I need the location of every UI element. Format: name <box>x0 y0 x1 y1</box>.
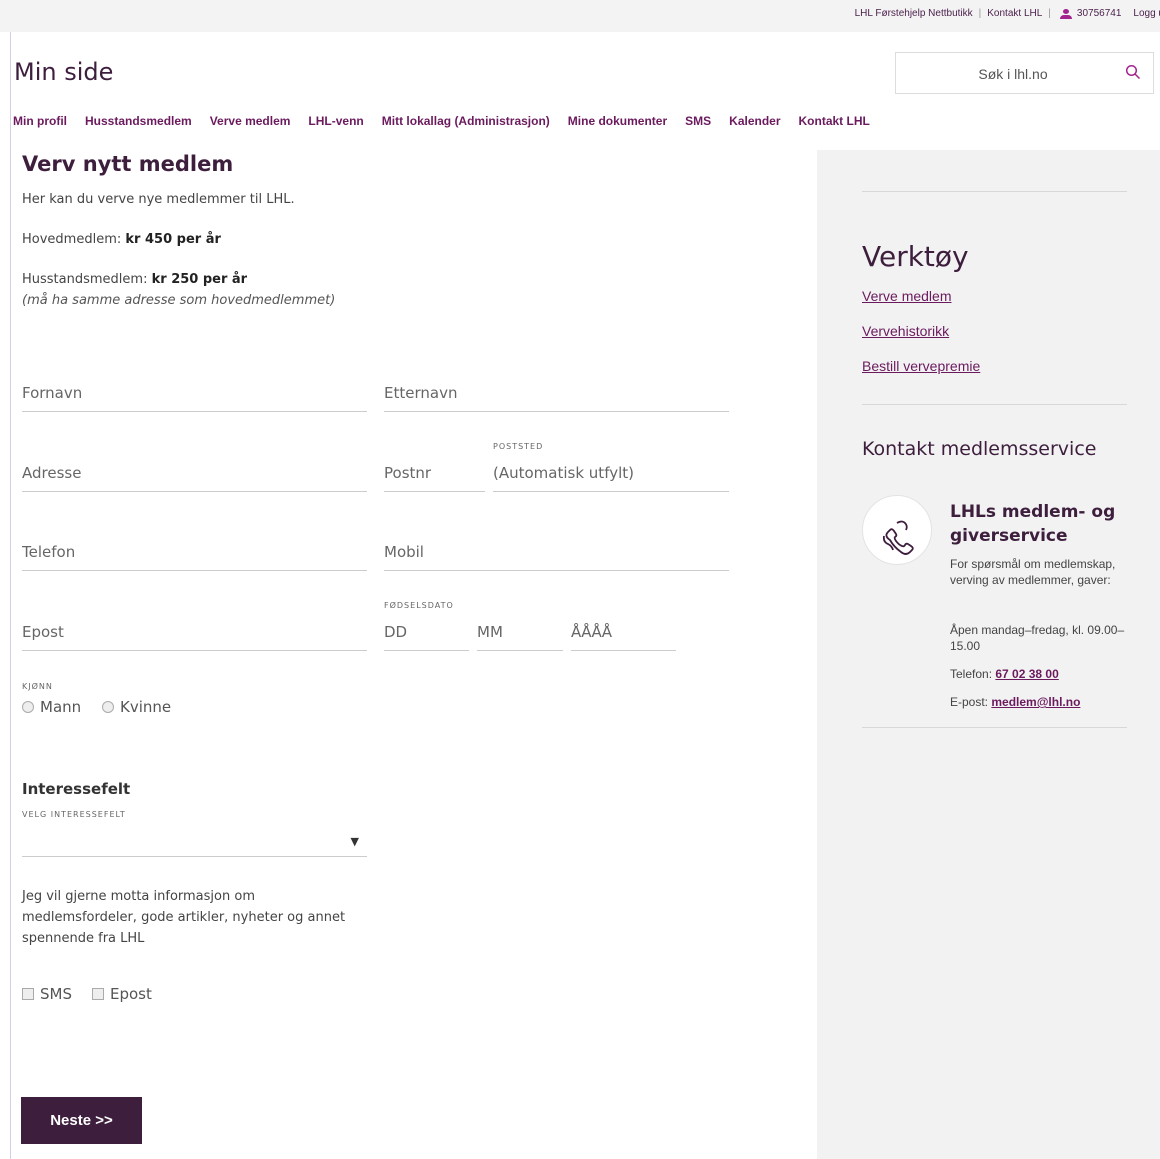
nav-mine-dokumenter[interactable]: Mine dokumenter <box>568 114 667 128</box>
nav-kontakt-lhl[interactable]: Kontakt LHL <box>799 114 870 128</box>
sidebar-link-verve-medlem[interactable]: Verve medlem <box>862 288 951 304</box>
sms-checkbox-label: SMS <box>40 985 72 1003</box>
phone-link[interactable]: 67 02 38 00 <box>995 667 1058 681</box>
separator: | <box>978 8 982 19</box>
logout-link[interactable]: Logg u <box>1133 8 1160 19</box>
gender-male-radio[interactable]: Mann <box>22 698 81 716</box>
phone-icon <box>882 520 914 555</box>
divider <box>862 404 1127 405</box>
checkbox-box[interactable] <box>92 988 104 1000</box>
user-number[interactable]: 30756741 <box>1077 8 1122 19</box>
gender-female-radio[interactable]: Kvinne <box>102 698 171 716</box>
nav-mitt-lokallag[interactable]: Mitt lokallag (Administrasjon) <box>382 114 550 128</box>
interest-select[interactable]: ▼ <box>22 826 367 857</box>
household-amount: kr 250 per år <box>151 272 248 287</box>
household-note-text: (må ha samme adresse som hovedmedlemmet) <box>22 293 336 308</box>
sidebar-link-bestill-vervepremie[interactable]: Bestill vervepremie <box>862 358 980 374</box>
postal-place-field <box>493 450 729 492</box>
postal-code-input[interactable] <box>384 464 485 482</box>
user-icon <box>1059 8 1073 19</box>
search-input[interactable] <box>908 63 1118 85</box>
utility-links: LHL Førstehjelp Nettbutikk | Kontakt LHL | 3… <box>855 8 1160 19</box>
service-description: For spørsmål om medlemskap, verving av m… <box>950 557 1116 587</box>
birth-month-input[interactable] <box>477 623 563 641</box>
postal-code-field <box>384 450 485 492</box>
contact-title: Kontakt medlemsservice <box>862 438 1097 460</box>
radio-circle[interactable] <box>102 701 114 713</box>
email-field <box>22 609 367 651</box>
main-member-amount: kr 450 per år <box>125 232 221 247</box>
page-heading: Verv nytt medlem <box>22 152 234 176</box>
sidebar-link-vervehistorikk[interactable]: Vervehistorikk <box>862 323 949 339</box>
nav-husstandsmedlem[interactable]: Husstandsmedlem <box>85 114 192 128</box>
phone-label: Telefon: <box>950 667 993 681</box>
intro-text: Her kan du verve nye medlemmer til LHL. <box>22 192 295 207</box>
household-price: Husstandsmedlem: kr 250 per år <box>22 272 247 287</box>
sms-checkbox[interactable]: SMS <box>22 985 72 1003</box>
gender-male-label: Mann <box>40 698 82 716</box>
last-name-input[interactable] <box>384 384 729 402</box>
household-note: (må ha samme adresse som hovedmedlemmet) <box>22 293 335 308</box>
last-name-field <box>384 370 729 412</box>
interest-select-label: VELG INTERESSEFELT <box>22 810 126 819</box>
birth-day-input[interactable] <box>384 623 469 641</box>
service-email: E-post: medlem@lhl.no <box>950 694 1130 710</box>
gender-label: KJØNN <box>22 682 53 691</box>
interest-title: Interessefelt <box>22 780 131 798</box>
search-icon[interactable] <box>1125 64 1141 80</box>
contact-link[interactable]: Kontakt LHL <box>987 8 1042 19</box>
radio-circle[interactable] <box>22 701 34 713</box>
main-member-label: Hovedmedlem: <box>22 232 122 247</box>
frame-border <box>10 0 11 1159</box>
consent-text: Jeg vil gjerne motta informasjon om medl… <box>22 889 346 946</box>
phone-input[interactable] <box>22 543 367 561</box>
caret-down-icon[interactable]: ▼ <box>351 835 359 848</box>
nav-min-profil[interactable]: Min profil <box>13 114 67 128</box>
sidebar: Verktøy Verve medlem Vervehistorikk Best… <box>817 150 1160 1159</box>
shop-link[interactable]: LHL Førstehjelp Nettbutikk <box>855 8 973 19</box>
birth-day-field <box>384 609 469 651</box>
phone-field <box>22 529 367 571</box>
divider <box>862 191 1127 192</box>
top-utility-bar: LHL Førstehjelp Nettbutikk | Kontakt LHL | 3… <box>0 0 1160 32</box>
next-button[interactable]: Neste >> <box>21 1097 142 1144</box>
nav-sms[interactable]: SMS <box>685 114 711 128</box>
search-box <box>895 52 1154 94</box>
separator: | <box>1048 8 1051 19</box>
mobile-field <box>384 529 729 571</box>
nav-verve-medlem[interactable]: Verve medlem <box>210 114 291 128</box>
birth-year-input[interactable] <box>571 623 676 641</box>
nav-kalender[interactable]: Kalender <box>729 114 780 128</box>
divider <box>862 727 1127 728</box>
household-label: Husstandsmedlem: <box>22 272 148 287</box>
first-name-input[interactable] <box>22 384 367 402</box>
service-title: LHLs medlem- og giverservice <box>950 502 1116 546</box>
epost-checkbox[interactable]: Epost <box>92 985 152 1003</box>
postal-place-input[interactable] <box>493 464 729 482</box>
main-member-price: Hovedmedlem: kr 450 per år <box>22 232 221 247</box>
gender-female-label: Kvinne <box>120 698 172 716</box>
mobile-input[interactable] <box>384 543 729 561</box>
sidebar-title: Verktøy <box>862 240 969 273</box>
address-field <box>22 450 367 492</box>
first-name-field <box>22 370 367 412</box>
email-input[interactable] <box>22 623 367 641</box>
email-link[interactable]: medlem@lhl.no <box>991 695 1080 709</box>
service-phone: Telefon: 67 02 38 00 <box>950 666 1130 682</box>
phone-icon-circle <box>862 495 932 565</box>
address-input[interactable] <box>22 464 367 482</box>
nav-lhl-venn[interactable]: LHL-venn <box>308 114 363 128</box>
site-title: Min side <box>14 58 114 86</box>
epost-checkbox-label: Epost <box>110 985 152 1003</box>
opening-hours: Åpen mandag–fredag, kl. 09.00–15.00 <box>950 623 1125 653</box>
email-label: E-post: <box>950 695 989 709</box>
birth-year-field <box>571 609 676 651</box>
checkbox-box[interactable] <box>22 988 34 1000</box>
main-nav: Min profil Husstandsmedlem Verve medlem LHL… <box>13 114 888 128</box>
birth-month-field <box>477 609 563 651</box>
